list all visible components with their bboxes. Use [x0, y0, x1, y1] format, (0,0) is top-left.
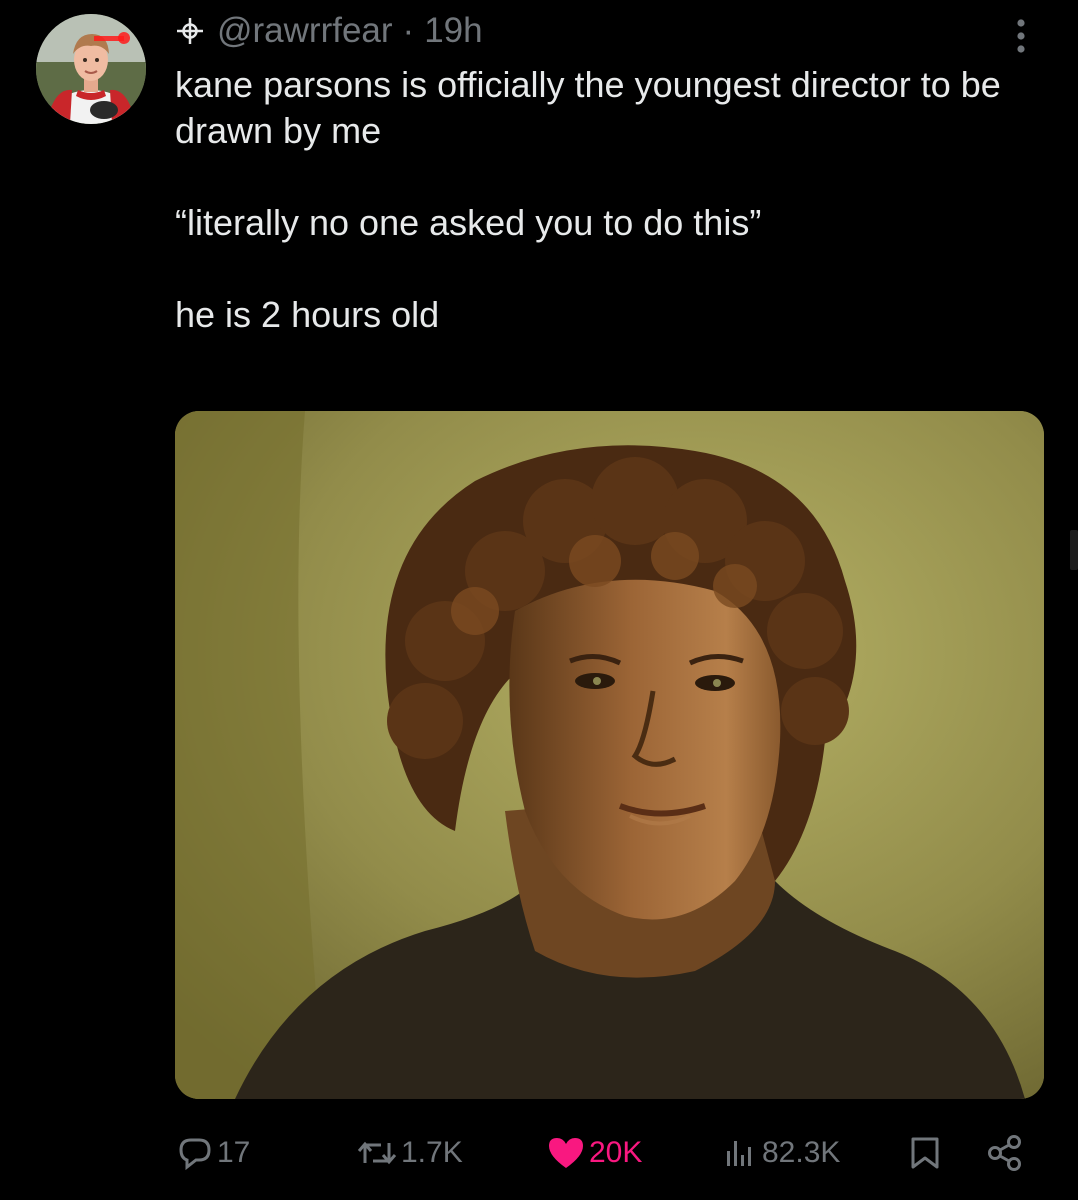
portrait-painting	[175, 411, 1044, 1099]
tweet-text-line: “literally no one asked you to do this”	[175, 202, 762, 243]
tweet-header: @rawrrfear · 19h	[175, 8, 483, 54]
heart-icon	[549, 1138, 583, 1168]
share-icon	[988, 1135, 1021, 1171]
author-handle[interactable]: @rawrrfear	[217, 11, 393, 51]
tweet-text: kane parsons is officially the youngest …	[175, 62, 1035, 338]
reply-count: 17	[217, 1136, 251, 1169]
more-vertical-icon[interactable]	[1004, 16, 1038, 56]
scrollbar[interactable]	[1070, 530, 1078, 570]
avatar[interactable]	[36, 14, 146, 124]
like-count: 20K	[589, 1136, 643, 1169]
tweet-text-line: he is 2 hours old	[175, 294, 440, 335]
like-button[interactable]: 20K	[545, 1125, 642, 1181]
repost-button[interactable]: 1.7K	[355, 1125, 463, 1181]
share-button[interactable]	[985, 1125, 1027, 1181]
repost-count: 1.7K	[401, 1136, 463, 1169]
tweet-actions: 17 1.7K 20K 82.3K	[175, 1125, 1035, 1181]
reply-button[interactable]: 17	[175, 1125, 250, 1181]
views-bars-icon	[727, 1141, 751, 1166]
repost-icon	[357, 1141, 397, 1165]
crosshair-icon	[177, 18, 203, 44]
reply-bubble-icon	[179, 1138, 211, 1171]
tweet-time[interactable]: 19h	[424, 11, 482, 51]
bookmark-icon	[911, 1137, 939, 1169]
bookmark-button[interactable]	[905, 1125, 947, 1181]
header-separator: ·	[402, 11, 415, 50]
tweet-text-line: kane parsons is officially the youngest …	[175, 64, 1011, 151]
avatar-image	[36, 14, 146, 124]
views-button[interactable]: 82.3K	[720, 1125, 840, 1181]
views-count: 82.3K	[762, 1136, 841, 1169]
tweet-media-image[interactable]	[175, 411, 1044, 1099]
